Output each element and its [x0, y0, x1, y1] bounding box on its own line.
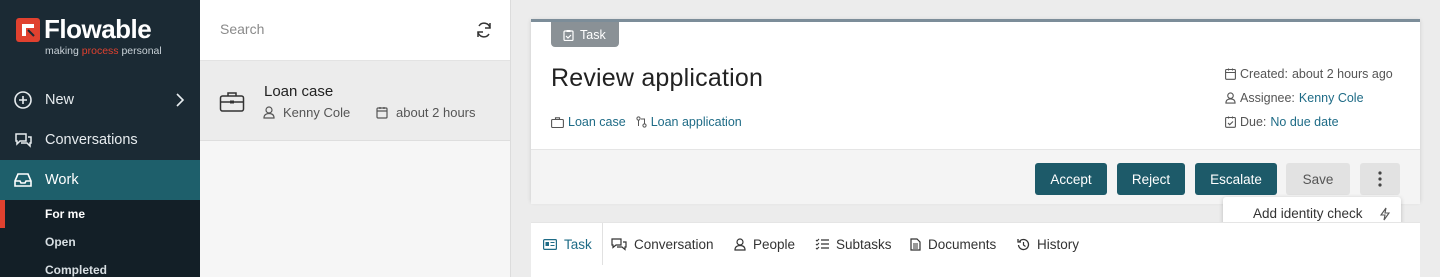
checklist-icon [815, 238, 829, 250]
created-label: Created: [1240, 67, 1288, 81]
tab-history[interactable]: History [1017, 223, 1079, 265]
tab-subtasks[interactable]: Subtasks [815, 223, 892, 265]
case-time-value: about 2 hours [396, 105, 476, 120]
tab-label: Documents [928, 236, 997, 252]
tab-task[interactable]: Task [543, 223, 603, 265]
clipboard-check-icon [563, 29, 574, 41]
more-vertical-icon [1378, 171, 1382, 187]
calendar-check-icon [1225, 116, 1236, 128]
reject-button[interactable]: Reject [1117, 163, 1185, 195]
brand-name: Flowable [44, 14, 152, 44]
briefcase-icon [551, 116, 564, 128]
flowable-logo[interactable]: Flowable making process personal [16, 14, 191, 58]
accept-button[interactable]: Accept [1035, 163, 1107, 195]
tab-label: History [1037, 236, 1080, 252]
due-label: Due: [1240, 115, 1267, 129]
tab-conversation[interactable]: Conversation [611, 223, 714, 265]
task-links: Loan case Loan application [551, 115, 742, 129]
task-action-bar: Accept Reject Escalate Save [531, 149, 1420, 204]
save-button[interactable]: Save [1286, 163, 1350, 195]
task-chip-label: Task [580, 27, 606, 42]
user-icon [263, 106, 275, 119]
case-assignee: Kenny Cole [263, 105, 350, 120]
process-icon [636, 116, 647, 128]
calendar-icon [1225, 68, 1236, 80]
assignee-meta: Assignee: Kenny Cole [1225, 91, 1364, 105]
chat-icon [15, 133, 32, 148]
sidebar-subitem-label: For me [45, 207, 86, 221]
tab-documents[interactable]: Documents [910, 223, 996, 265]
logo-mark-icon [16, 18, 40, 42]
work-list-panel: Loan case Kenny Cole about 2 hours [200, 0, 511, 277]
lightning-icon [1379, 207, 1391, 221]
sidebar-item-label: Conversations [45, 132, 138, 148]
chevron-right-icon [176, 93, 185, 107]
sidebar-item-new[interactable]: New [0, 80, 200, 120]
chat-icon [611, 237, 627, 251]
tab-label: Task [564, 236, 592, 252]
history-icon [1017, 238, 1030, 250]
refresh-icon[interactable] [475, 21, 493, 39]
tab-label: People [753, 236, 796, 252]
user-icon [734, 237, 746, 251]
id-card-icon [543, 238, 557, 250]
tab-label: Subtasks [836, 236, 892, 252]
more-actions-button[interactable] [1360, 163, 1400, 195]
case-time: about 2 hours [376, 105, 476, 120]
link-label: Loan case [568, 115, 626, 129]
sidebar-subitem-open[interactable]: Open [0, 228, 200, 256]
created-meta: Created: about 2 hours ago [1225, 67, 1393, 81]
inbox-icon [14, 173, 32, 187]
document-icon [910, 237, 921, 251]
calendar-icon [376, 107, 388, 119]
sidebar-subitem-completed[interactable]: Completed [0, 256, 200, 277]
list-item[interactable]: Loan case Kenny Cole about 2 hours [200, 61, 510, 141]
link-label: Loan application [650, 115, 742, 129]
sidebar-item-work[interactable]: Work [0, 160, 200, 200]
case-assignee-name: Kenny Cole [283, 105, 351, 120]
assignee-label: Assignee: [1240, 91, 1295, 105]
escalate-button[interactable]: Escalate [1195, 163, 1277, 195]
briefcase-icon [219, 92, 245, 112]
sidebar-subitem-label: Completed [45, 263, 108, 277]
due-date-link[interactable]: No due date [1270, 115, 1338, 129]
task-title: Review application [551, 64, 764, 92]
sidebar-subitem-for-me[interactable]: For me [0, 200, 200, 228]
sidebar-item-label: New [45, 92, 75, 108]
sidebar: Flowable making process personal New Con… [0, 0, 200, 277]
sidebar-item-conversations[interactable]: Conversations [0, 120, 200, 160]
search-bar [200, 0, 510, 61]
plus-circle-icon [14, 91, 32, 109]
loan-case-link[interactable]: Loan case [551, 115, 626, 129]
task-card: Task Review application Loan case Loan a… [531, 19, 1420, 204]
created-value: about 2 hours ago [1291, 67, 1393, 81]
add-identity-check-menu-item[interactable]: Add identity check [1253, 206, 1363, 221]
due-meta: Due: No due date [1225, 115, 1339, 129]
brand-tagline: making process personal [45, 45, 162, 57]
task-type-chip: Task [551, 22, 619, 47]
assignee-link[interactable]: Kenny Cole [1299, 91, 1364, 105]
tab-label: Conversation [634, 236, 714, 252]
task-tabs: Task Conversation People Subtasks Docume… [531, 222, 1420, 277]
user-icon [1225, 92, 1236, 104]
case-title: Loan case [264, 83, 334, 100]
sidebar-subitem-label: Open [45, 235, 76, 249]
sidebar-item-label: Work [45, 172, 79, 188]
search-input[interactable] [220, 21, 460, 37]
tab-people[interactable]: People [734, 223, 795, 265]
loan-application-link[interactable]: Loan application [636, 115, 742, 129]
